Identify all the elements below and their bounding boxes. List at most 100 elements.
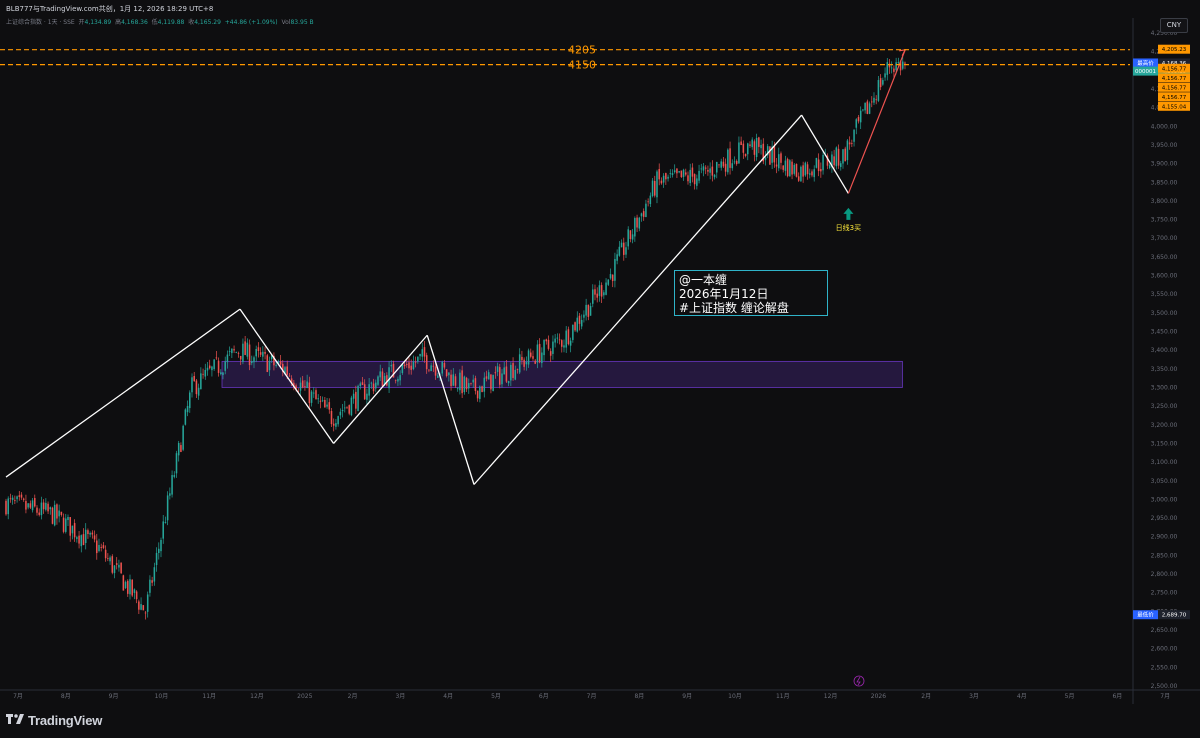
x-tick-label: 10月 <box>728 693 742 700</box>
candle-body <box>195 380 198 395</box>
candle-body <box>711 166 714 176</box>
candle-body <box>873 97 875 103</box>
candle-body <box>842 149 844 164</box>
candle-body <box>848 142 851 145</box>
candle-body <box>536 344 539 363</box>
candle-body <box>631 234 634 240</box>
candle-body <box>815 158 818 168</box>
candle-body <box>755 137 758 158</box>
candle-body <box>476 390 479 399</box>
open-value: 4,134.89 <box>84 19 112 26</box>
candle-body <box>357 385 359 412</box>
candle-body <box>197 387 200 396</box>
candle-body <box>421 349 424 357</box>
footer-bar: TradingView <box>0 704 1200 738</box>
candle-body <box>527 350 530 365</box>
tradingview-logo[interactable]: TradingView <box>6 713 102 728</box>
candle-body <box>735 160 738 165</box>
candle-body <box>149 579 151 593</box>
candle-body <box>432 365 435 367</box>
candle-body <box>279 361 282 365</box>
buy-signal-label: 日线3买 <box>836 223 861 232</box>
candle-body <box>348 405 350 414</box>
price-tag-value: 4,156.77 <box>1162 66 1187 72</box>
candle-body <box>507 381 510 384</box>
x-tick-label: 12月 <box>824 693 838 700</box>
candle-body <box>91 532 94 535</box>
candle-body <box>556 337 559 339</box>
x-tick-label: 2026 <box>871 693 886 700</box>
candle-body <box>456 388 459 390</box>
candle-body <box>538 343 541 363</box>
candle-body <box>268 360 271 371</box>
candle-body <box>662 175 665 183</box>
symbol-label: 上证综合指数 · 1天 · SSE <box>6 19 75 26</box>
y-tick-label: 2,800.00 <box>1151 571 1178 578</box>
candle-body <box>259 352 262 355</box>
y-tick-label: 3,100.00 <box>1151 459 1178 466</box>
annotation-line-3: #上证指数 缠论解盘 <box>679 301 789 315</box>
candle-body <box>310 391 313 403</box>
x-tick-label: 8月 <box>634 693 644 700</box>
candle-body <box>676 168 678 174</box>
candle-body <box>175 453 178 474</box>
candle-body <box>678 171 680 173</box>
candle-body <box>173 475 176 477</box>
y-tick-label: 3,350.00 <box>1151 366 1178 373</box>
candle-body <box>654 180 656 196</box>
currency-button[interactable]: CNY <box>1160 18 1188 33</box>
candle-body <box>483 377 486 392</box>
candle-body <box>642 211 645 217</box>
candle-body <box>893 68 895 72</box>
candle-body <box>569 340 572 346</box>
candle-body <box>468 383 470 389</box>
candle-body <box>722 161 725 167</box>
candle-body <box>36 507 38 513</box>
price-tag-value: 4,205.23 <box>1162 47 1187 53</box>
candle-body <box>255 348 257 357</box>
candle-body <box>9 498 12 500</box>
candle-body <box>324 399 326 408</box>
candle-body <box>22 498 25 500</box>
candle-body <box>811 171 813 176</box>
candle-body <box>470 382 472 384</box>
candle-body <box>350 397 353 416</box>
candle-body <box>561 340 563 347</box>
candle-body <box>837 148 840 166</box>
candle-body <box>800 166 802 182</box>
candle-body <box>828 165 831 169</box>
candle-body <box>98 544 100 552</box>
x-tick-label: 7月 <box>1160 693 1170 700</box>
candle-body <box>855 119 858 128</box>
x-tick-label: 7月 <box>13 693 23 700</box>
candle-body <box>691 167 694 177</box>
candle-body <box>558 339 561 341</box>
candle-body <box>682 169 685 177</box>
x-tick-label: 2月 <box>348 693 358 700</box>
candle-body <box>625 247 627 255</box>
candle-body <box>49 507 52 510</box>
candle-body <box>153 567 156 582</box>
candle-body <box>727 149 729 173</box>
annotation-box: @一本缠 2026年1月12日 #上证指数 缠论解盘 <box>674 270 828 316</box>
candle-body <box>704 167 707 169</box>
candle-body <box>419 353 421 357</box>
candle-body <box>69 517 71 536</box>
candle-body <box>576 317 579 332</box>
candle-body <box>166 495 169 521</box>
candle-body <box>437 375 439 378</box>
y-tick-label: 3,550.00 <box>1151 291 1178 298</box>
candle-body <box>603 292 605 296</box>
x-tick-label: 6月 <box>539 693 549 700</box>
candle-body <box>609 274 612 279</box>
candle-body <box>720 161 722 168</box>
candle-body <box>780 153 782 163</box>
candle-body <box>505 366 508 382</box>
candle-body <box>669 173 672 175</box>
candle-body <box>133 589 136 593</box>
candle-body <box>115 563 118 565</box>
candle-body <box>142 605 145 611</box>
low-value: 4,119.88 <box>157 19 185 26</box>
candle-body <box>862 109 864 111</box>
candle-body <box>308 382 311 404</box>
